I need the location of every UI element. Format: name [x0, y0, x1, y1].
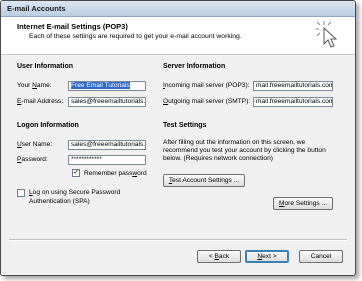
logon-info-heading: Logon Information [17, 122, 79, 129]
header-title: Internet E-mail Settings (POP3) [17, 22, 128, 31]
incoming-server-field[interactable]: mail.freeemailtutorials.com [253, 81, 333, 91]
incoming-server-label: Incoming mail server (POP3): [163, 82, 250, 89]
remember-password-label: Remember password [84, 170, 147, 177]
title-bar[interactable]: E-mail Accounts [1, 1, 355, 17]
footer-divider [9, 239, 347, 241]
your-name-label: Your Name: [17, 82, 52, 89]
your-name-field[interactable]: Free Email Tutorials [68, 81, 146, 91]
server-info-heading: Server Information [163, 63, 226, 70]
back-button[interactable]: < Back [197, 250, 241, 263]
user-info-heading: User Information [17, 63, 74, 70]
remember-password-checkbox[interactable]: ✓ [72, 169, 80, 177]
test-settings-heading: Test Settings [163, 122, 207, 129]
spa-checkbox[interactable] [17, 189, 25, 197]
username-label: User Name: [17, 141, 53, 148]
dialog-header: Internet E-mail Settings (POP3) Each of … [1, 17, 355, 55]
cursor-click-icon [315, 21, 338, 48]
email-address-label: E-mail Address: [17, 98, 64, 105]
email-accounts-dialog: E-mail Accounts Internet E-mail Settings… [0, 0, 356, 276]
outgoing-server-field[interactable]: mail.freeemailtutorials.com [253, 97, 333, 107]
password-field[interactable]: ************ [68, 155, 146, 165]
password-label: Password: [17, 156, 48, 163]
more-settings-button[interactable]: More Settings ... [273, 197, 333, 210]
email-address-field[interactable]: sales@freeemailtutorials.co [68, 97, 146, 107]
header-subtitle: Each of these settings are required to g… [29, 33, 242, 40]
next-button[interactable]: Next > [245, 250, 289, 263]
spa-label: Log on using Secure Password Authenticati… [29, 189, 121, 205]
username-field[interactable]: sales@freeemailtutorials.co [68, 140, 146, 150]
outgoing-server-label: Outgoing mail server (SMTP): [163, 98, 251, 105]
test-account-settings-button[interactable]: Test Account Settings ... [163, 174, 245, 187]
window-title: E-mail Accounts [7, 4, 66, 13]
cancel-button[interactable]: Cancel [299, 250, 343, 263]
test-settings-description: After filling out the information on thi… [163, 139, 326, 163]
